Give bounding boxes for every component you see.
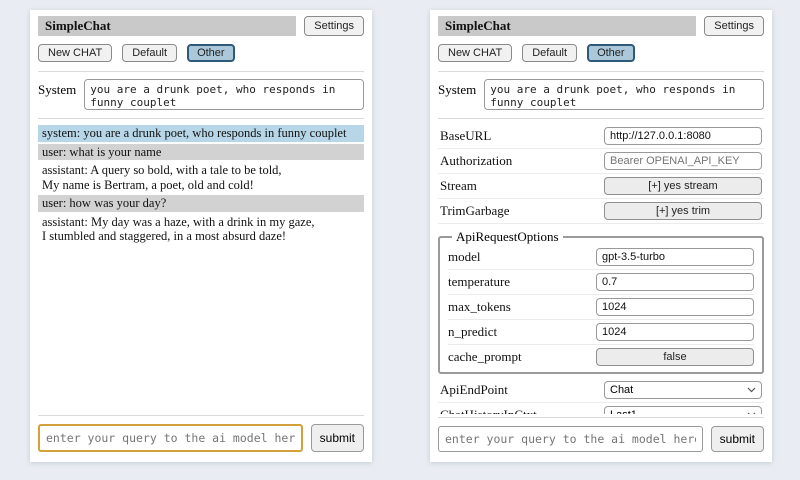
setting-label: cache_prompt: [448, 349, 522, 365]
api-request-options-fieldset: ApiRequestOptions model temperature max_…: [438, 229, 764, 374]
new-chat-button[interactable]: New CHAT: [438, 44, 512, 62]
setting-label: ApiEndPoint: [440, 382, 508, 398]
setting-label: BaseURL: [440, 128, 491, 144]
apiendpoint-select[interactable]: Chat: [604, 381, 762, 399]
setting-row-stream: Stream [+] yes stream: [438, 174, 764, 199]
trimgarbage-toggle-button[interactable]: [+] yes trim: [604, 202, 762, 220]
baseurl-input[interactable]: [604, 127, 762, 145]
submit-button[interactable]: submit: [711, 426, 764, 452]
temperature-input[interactable]: [596, 273, 754, 291]
chat-message-system: system: you are a drunk poet, who respon…: [38, 125, 364, 142]
system-prompt-row: System you are a drunk poet, who respond…: [438, 79, 764, 110]
query-footer: submit: [438, 426, 764, 452]
setting-row-chathistoryinctxt: ChatHistoryInCtxt Last1: [438, 403, 764, 414]
setting-label: max_tokens: [448, 299, 511, 315]
app-title: SimpleChat: [438, 16, 696, 36]
session-tab-default[interactable]: Default: [522, 44, 577, 62]
settings-button[interactable]: Settings: [304, 16, 364, 36]
setting-label: Authorization: [440, 153, 512, 169]
setting-label: TrimGarbage: [440, 203, 510, 219]
setting-row-temperature: temperature: [448, 270, 754, 295]
chat-session-toolbar: New CHAT Default Other: [38, 44, 364, 62]
setting-row-cache-prompt: cache_prompt false: [448, 345, 754, 369]
settings-panel: SimpleChat Settings New CHAT Default Oth…: [430, 10, 772, 462]
selected-option: Last1: [610, 409, 637, 414]
chat-message-list: system: you are a drunk poet, who respon…: [38, 125, 364, 412]
setting-label: ChatHistoryInCtxt: [440, 407, 537, 414]
chat-message-user: user: how was your day?: [38, 195, 364, 212]
query-footer: submit: [38, 424, 364, 452]
authorization-input[interactable]: [604, 152, 762, 170]
session-tab-default[interactable]: Default: [122, 44, 177, 62]
setting-label: Stream: [440, 178, 477, 194]
max-tokens-input[interactable]: [596, 298, 754, 316]
chevron-down-icon: [747, 387, 756, 393]
setting-label: model: [448, 249, 481, 265]
fieldset-legend: ApiRequestOptions: [452, 229, 563, 245]
session-tab-other[interactable]: Other: [187, 44, 235, 62]
chat-message-assistant: assistant: My day was a haze, with a dri…: [38, 214, 364, 245]
model-input[interactable]: [596, 248, 754, 266]
app-title: SimpleChat: [38, 16, 296, 36]
setting-row-trimgarbage: TrimGarbage [+] yes trim: [438, 199, 764, 224]
selected-option: Chat: [610, 384, 633, 396]
n-predict-input[interactable]: [596, 323, 754, 341]
divider: [438, 71, 764, 72]
setting-row-model: model: [448, 245, 754, 270]
submit-button[interactable]: submit: [311, 424, 364, 452]
chat-session-toolbar: New CHAT Default Other: [438, 44, 764, 62]
setting-row-authorization: Authorization: [438, 149, 764, 174]
divider: [438, 118, 764, 119]
session-tab-other[interactable]: Other: [587, 44, 635, 62]
panel-header: SimpleChat Settings: [38, 16, 364, 36]
setting-label: temperature: [448, 274, 510, 290]
setting-row-apiendpoint: ApiEndPoint Chat: [438, 378, 764, 403]
query-input[interactable]: [438, 426, 703, 452]
setting-row-max-tokens: max_tokens: [448, 295, 754, 320]
divider: [38, 118, 364, 119]
setting-row-baseurl: BaseURL: [438, 124, 764, 149]
system-prompt-row: System you are a drunk poet, who respond…: [38, 79, 364, 110]
chat-message-assistant: assistant: A query so bold, with a tale …: [38, 162, 364, 193]
chathistoryinctxt-select[interactable]: Last1: [604, 406, 762, 414]
system-label: System: [438, 79, 476, 98]
new-chat-button[interactable]: New CHAT: [38, 44, 112, 62]
divider: [38, 71, 364, 72]
system-label: System: [38, 79, 76, 98]
divider: [38, 415, 364, 416]
chat-panel: SimpleChat Settings New CHAT Default Oth…: [30, 10, 372, 462]
query-input[interactable]: [38, 424, 303, 452]
settings-form: BaseURL Authorization Stream [+] yes str…: [438, 124, 764, 414]
cache-prompt-toggle-button[interactable]: false: [596, 348, 754, 366]
system-prompt-input[interactable]: you are a drunk poet, who responds in fu…: [484, 79, 764, 110]
divider: [438, 417, 764, 418]
setting-row-n-predict: n_predict: [448, 320, 754, 345]
stream-toggle-button[interactable]: [+] yes stream: [604, 177, 762, 195]
panel-header: SimpleChat Settings: [438, 16, 764, 36]
system-prompt-input[interactable]: you are a drunk poet, who responds in fu…: [84, 79, 364, 110]
chevron-down-icon: [747, 412, 756, 414]
setting-label: n_predict: [448, 324, 497, 340]
chat-message-user: user: what is your name: [38, 144, 364, 161]
settings-button[interactable]: Settings: [704, 16, 764, 36]
